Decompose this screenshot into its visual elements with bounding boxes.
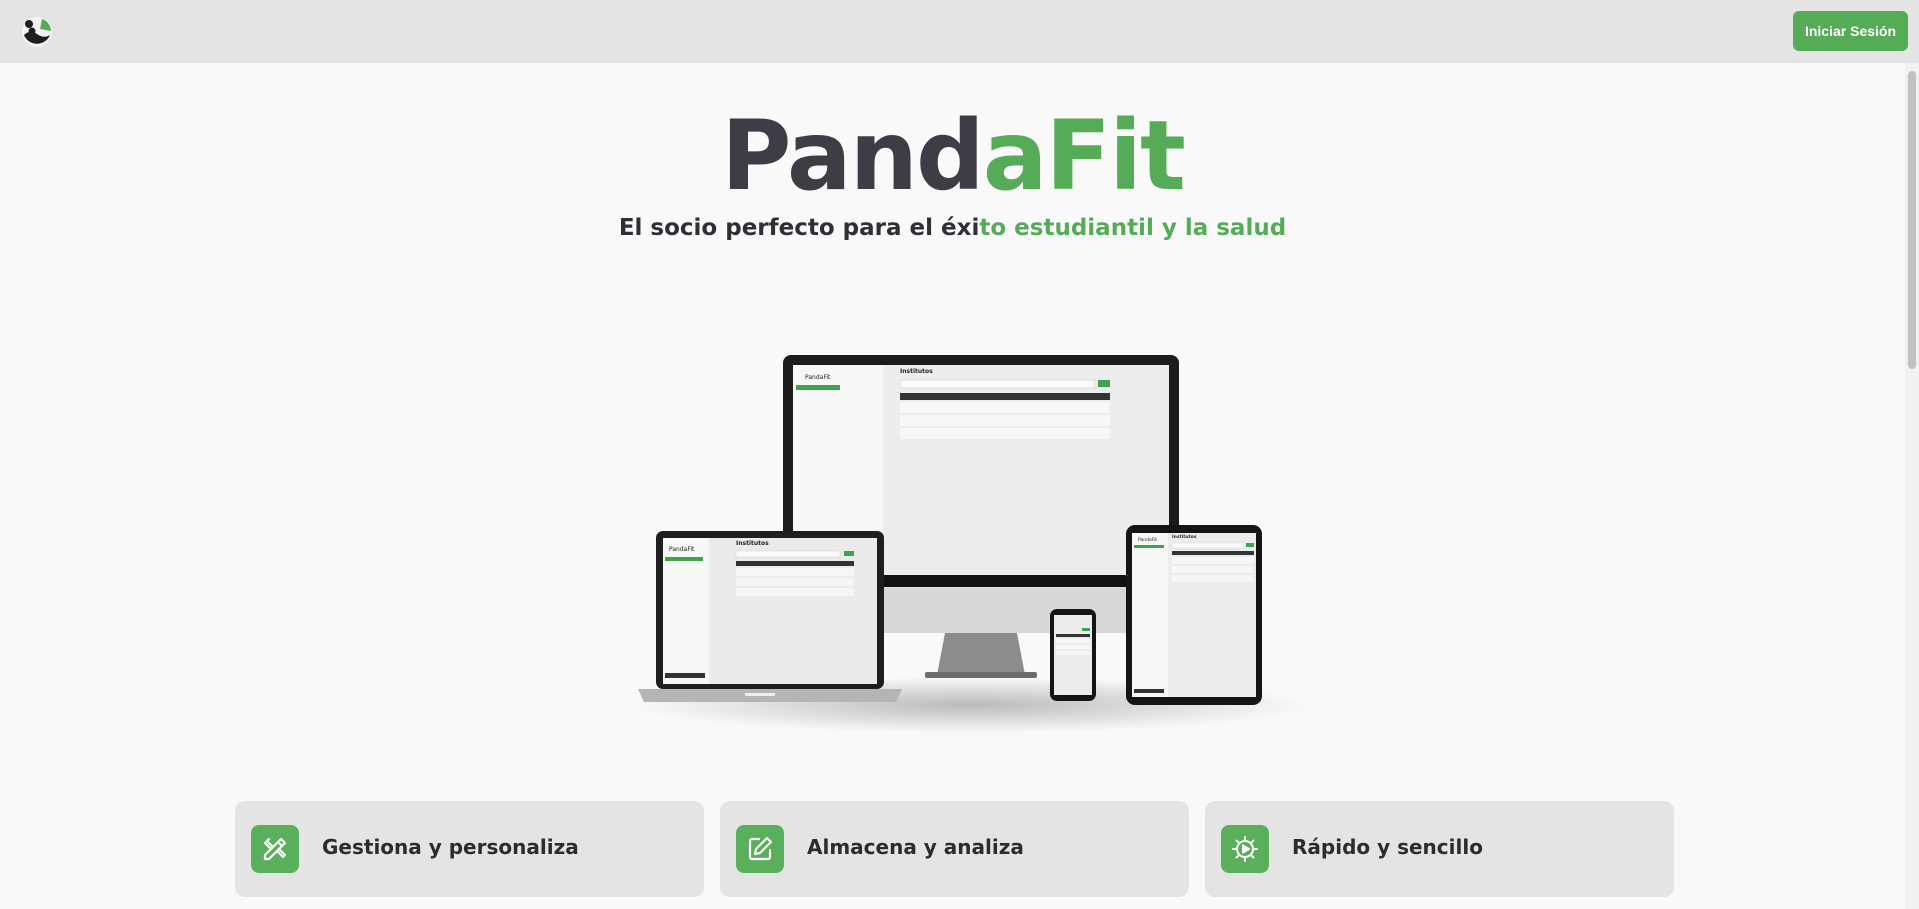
- laptop-brand: PandaFit: [669, 546, 695, 553]
- hero-subtitle-part-green: to estudiantil y la salud: [979, 215, 1287, 241]
- hero-title-part-dark: Pand: [721, 100, 985, 212]
- gear-play-icon: [1232, 836, 1258, 862]
- hero-title-part-green: aFit: [982, 100, 1186, 212]
- feature-card-store: Almacena y analiza: [720, 801, 1189, 897]
- laptop-mockup: PandaFit Institutos: [638, 531, 902, 702]
- feature-title: Gestiona y personaliza: [322, 835, 579, 859]
- tablet-brand: PandaFit: [1138, 537, 1157, 543]
- feature-card-fast: Rápido y sencillo: [1205, 801, 1674, 897]
- edit-note-icon: [748, 836, 773, 861]
- phone-mockup: [1050, 609, 1096, 701]
- hero-title: PandaFit: [0, 101, 1905, 211]
- design-tools-icon: [263, 837, 287, 861]
- top-bar: Iniciar Sesión: [0, 0, 1919, 63]
- monitor-page-title: Institutos: [900, 368, 933, 375]
- feature-title: Almacena y analiza: [807, 835, 1024, 859]
- feature-icon-badge: [1221, 825, 1269, 873]
- laptop-page-title: Institutos: [736, 540, 769, 547]
- feature-icon-badge: [736, 825, 784, 873]
- hero-subtitle-part-dark: El socio perfecto para el éxi: [618, 215, 980, 241]
- feature-title: Rápido y sencillo: [1292, 835, 1483, 859]
- monitor-brand: PandaFit: [805, 374, 831, 381]
- login-button[interactable]: Iniciar Sesión: [1793, 11, 1908, 51]
- tablet-mockup: PandaFit Institutos: [1126, 525, 1262, 705]
- devices-mockup-image: PandaFit Institutos PandaFit Institutos: [630, 355, 1310, 733]
- panda-logo-icon[interactable]: [20, 15, 54, 49]
- scrollbar-thumb[interactable]: [1908, 71, 1916, 369]
- feature-icon-badge: [251, 825, 299, 873]
- feature-card-manage: Gestiona y personaliza: [235, 801, 704, 897]
- hero-subtitle: El socio perfecto para el éxito estudian…: [0, 213, 1905, 243]
- tablet-page-title: Institutos: [1172, 534, 1197, 540]
